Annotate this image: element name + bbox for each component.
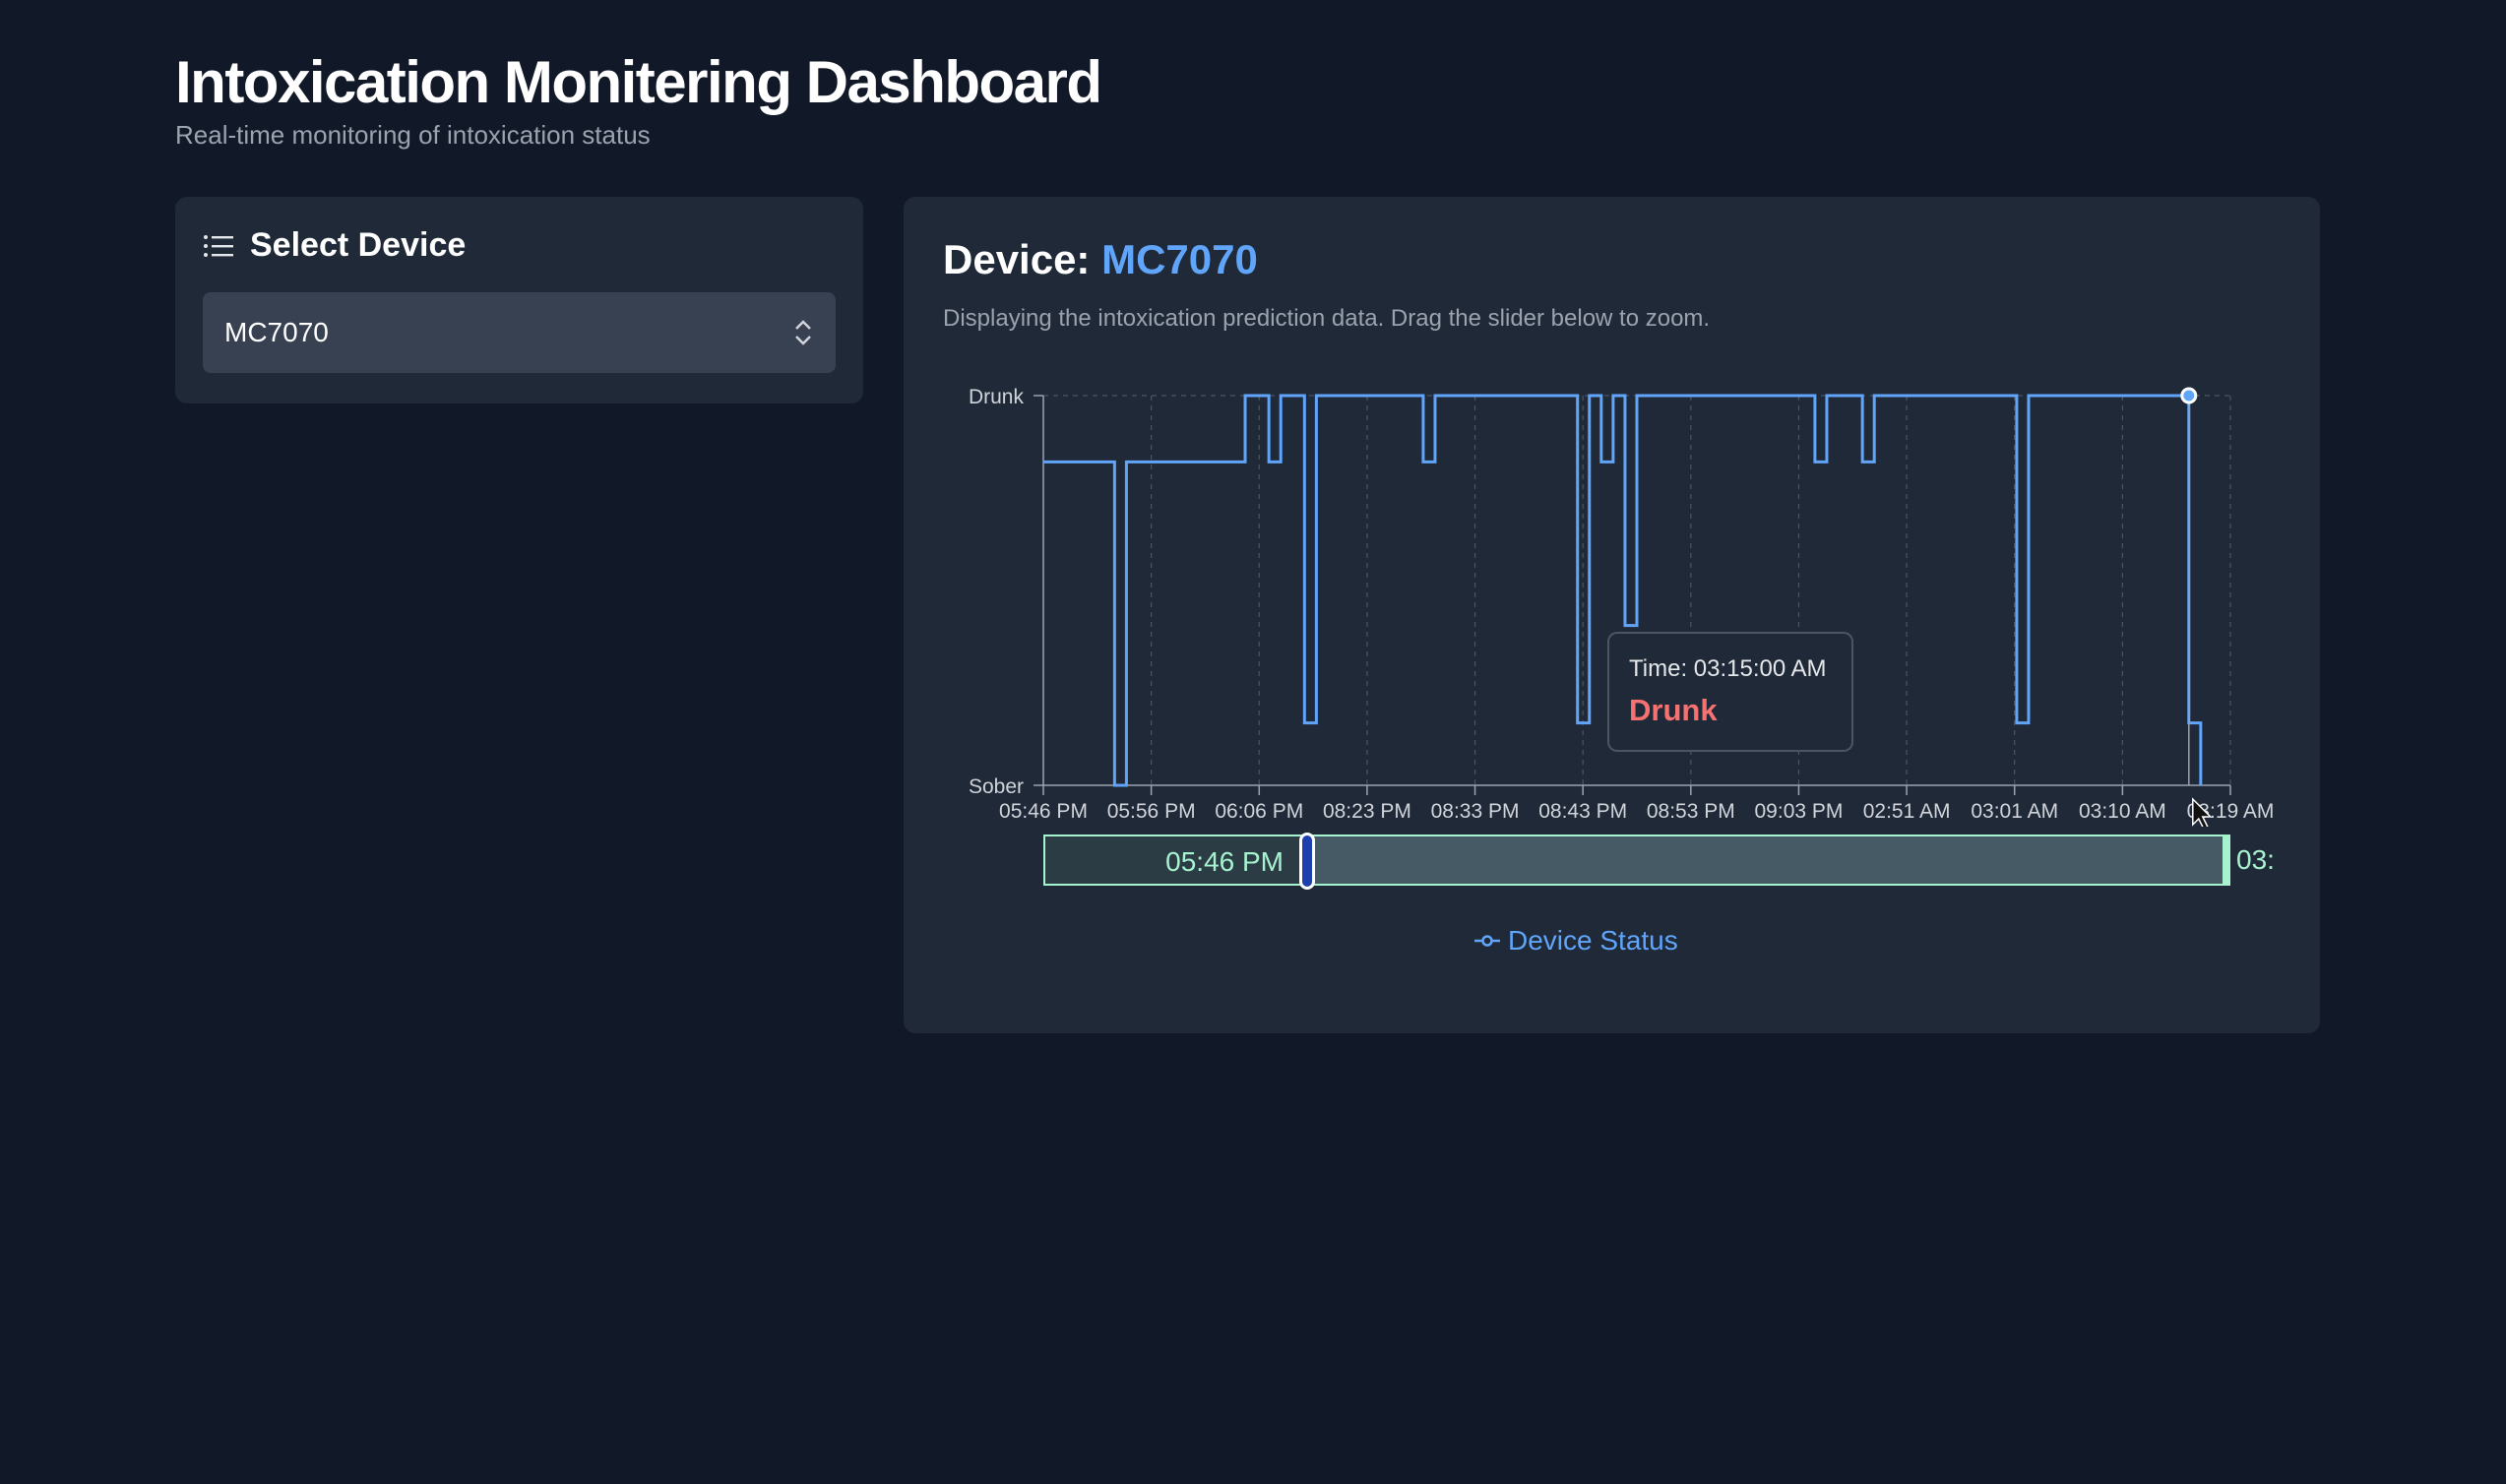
x-tick-label: 08:43 PM <box>1538 800 1627 823</box>
chevron-up-down-icon <box>795 320 811 345</box>
list-icon <box>204 234 233 257</box>
page-subtitle: Real-time monitoring of intoxication sta… <box>175 120 651 150</box>
x-tick-label: 03:01 AM <box>1971 800 2058 823</box>
brush-selection[interactable] <box>1307 836 2228 884</box>
legend-label: Device Status <box>1508 925 1678 956</box>
brush-handle-left[interactable] <box>1299 833 1315 890</box>
x-tick-label: 08:53 PM <box>1647 800 1735 823</box>
device-chart-panel: Device: MC7070 Displaying the intoxicati… <box>904 197 2320 1033</box>
brush-start-label: 05:46 PM <box>1165 846 1284 877</box>
x-tick-label: 02:51 AM <box>1863 800 1951 823</box>
zoom-brush[interactable]: 05:46 PM <box>1043 833 2230 890</box>
chart-legend[interactable]: Device Status <box>1474 925 1678 957</box>
x-tick-label: 06:06 PM <box>1215 800 1303 823</box>
device-select-heading: Select Device <box>250 226 467 264</box>
tooltip-value: Drunk <box>1629 693 1718 727</box>
tooltip-time: Time: 03:15:00 AM <box>1629 655 1827 682</box>
x-tick-label: 05:46 PM <box>999 800 1088 823</box>
y-tick-label: Drunk <box>969 386 1025 408</box>
device-select[interactable]: MC7070 <box>203 292 836 373</box>
device-select-value: MC7070 <box>224 317 329 347</box>
line-dot-icon <box>1474 935 1500 947</box>
x-tick-label: 05:56 PM <box>1107 800 1196 823</box>
device-select-panel: Select Device MC7070 <box>175 197 863 403</box>
x-tick-label: 03:10 AM <box>2079 800 2166 823</box>
device-select-header: Select Device <box>203 226 836 265</box>
x-tick-label: 08:23 PM <box>1323 800 1411 823</box>
page-title: Intoxication Monitering Dashboard <box>175 49 1102 115</box>
x-tick-label: 08:33 PM <box>1431 800 1520 823</box>
brush-end-label: 03: <box>2236 844 2275 875</box>
x-tick-label: 09:03 PM <box>1755 800 1844 823</box>
page-header: Intoxication Monitering Dashboard Real-t… <box>175 47 1102 151</box>
active-point <box>2180 387 2198 404</box>
brush-handle-right[interactable] <box>2223 835 2230 886</box>
y-tick-label: Sober <box>969 775 1024 798</box>
chart-tooltip: Time: 03:15:00 AM Drunk <box>1607 632 1853 752</box>
